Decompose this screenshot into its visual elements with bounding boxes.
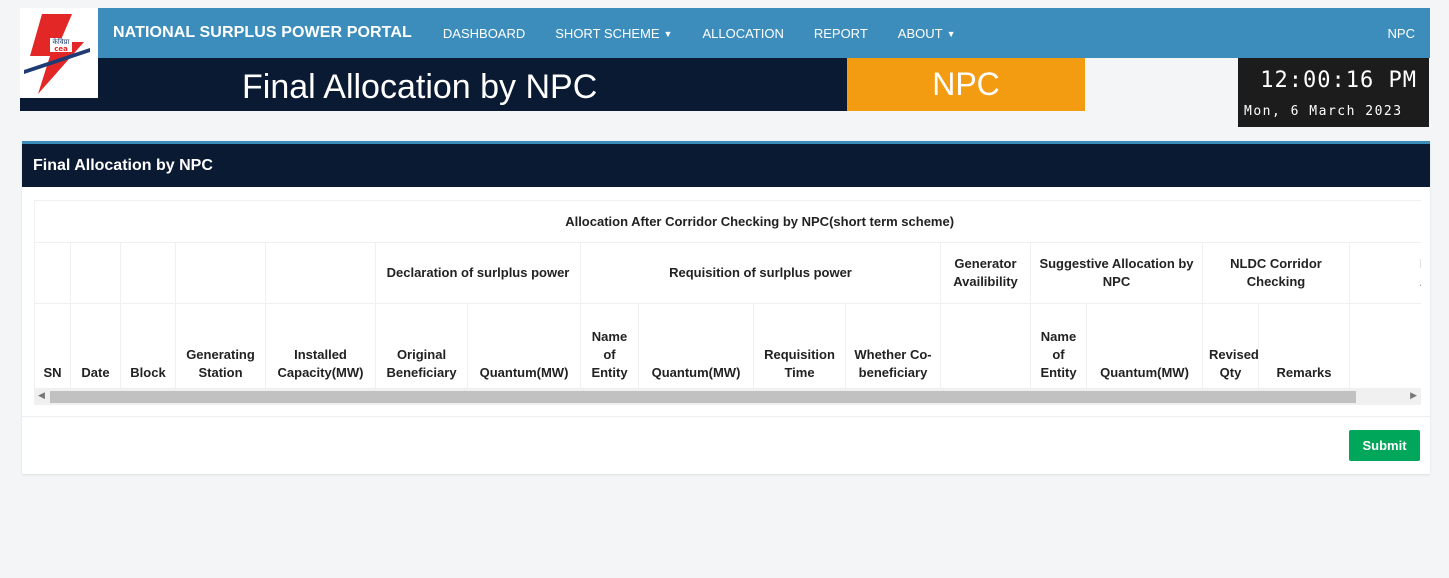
group-header-declaration: Declaration of surlplus power xyxy=(375,242,581,304)
group-header-final-allocation: Final Allocation xyxy=(1348,242,1421,304)
column-header[interactable]: Date xyxy=(70,303,121,389)
table-caption: Allocation After Corridor Checking by NP… xyxy=(34,200,1421,243)
top-navbar: NATIONAL SURPLUS POWER PORTAL DASHBOARD … xyxy=(20,8,1430,58)
cea-logo-icon: केविप्रा cea xyxy=(20,8,98,98)
digital-clock: 12:00:16 PM Mon, 6 March 2023 xyxy=(1238,58,1429,127)
panel-divider xyxy=(22,416,1430,417)
column-header[interactable]: Quantum(MW) xyxy=(1086,303,1203,389)
horizontal-scrollbar[interactable]: ◀ ▶ xyxy=(34,389,1421,405)
caret-down-icon: ▼ xyxy=(663,29,673,40)
caret-down-icon: ▼ xyxy=(946,29,956,40)
column-header[interactable]: Quantum(MW) xyxy=(467,303,581,389)
scroll-left-icon[interactable]: ◀ xyxy=(38,390,45,401)
user-menu[interactable]: NPC xyxy=(1388,26,1415,41)
allocation-table: Allocation After Corridor Checking by NP… xyxy=(34,200,1421,389)
column-header[interactable]: Quantum(MW) xyxy=(638,303,754,389)
scroll-right-icon[interactable]: ▶ xyxy=(1410,390,1417,401)
allocation-panel: Final Allocation by NPC Allocation After… xyxy=(22,141,1430,474)
group-header-suggestive-allocation: Suggestive Allocation by NPC xyxy=(1030,242,1203,304)
scrollbar-thumb[interactable] xyxy=(50,391,1356,403)
role-badge: NPC xyxy=(847,58,1085,111)
column-header[interactable]: Remarks xyxy=(1258,303,1350,389)
page-title: Final Allocation by NPC xyxy=(242,68,598,106)
column-header[interactable]: Generating Station xyxy=(175,303,266,389)
column-header[interactable]: Revised Qty xyxy=(1202,303,1259,389)
nav-report[interactable]: REPORT xyxy=(799,26,883,41)
column-header[interactable]: Block xyxy=(120,303,176,389)
group-header-generator-availability: Generator Availibility xyxy=(940,242,1031,304)
column-header[interactable]: Installed Capacity(MW) xyxy=(265,303,376,389)
clock-date: Mon, 6 March 2023 xyxy=(1244,104,1403,119)
panel-title: Final Allocation by NPC xyxy=(22,144,1430,187)
nav-menu: DASHBOARD SHORT SCHEME ▼ ALLOCATION REPOR… xyxy=(428,26,971,41)
group-header-nldc-corridor: NLDC Corridor Checking xyxy=(1202,242,1350,304)
column-header[interactable]: Whether Co-beneficiary xyxy=(845,303,941,389)
nav-dashboard[interactable]: DASHBOARD xyxy=(428,26,540,41)
column-header[interactable]: SN xyxy=(34,303,71,389)
submit-button[interactable]: Submit xyxy=(1349,430,1420,461)
column-header[interactable]: Requisition Time xyxy=(753,303,846,389)
cea-logo[interactable]: केविप्रा cea xyxy=(20,8,98,98)
clock-time: 12:00:16 PM xyxy=(1260,68,1417,93)
allocation-table-wrapper[interactable]: Allocation After Corridor Checking by NP… xyxy=(34,200,1421,410)
nav-allocation[interactable]: ALLOCATION xyxy=(687,26,798,41)
column-header[interactable]: Name of Entity xyxy=(1030,303,1087,389)
portal-brand[interactable]: NATIONAL SURPLUS POWER PORTAL xyxy=(113,24,412,42)
column-header[interactable]: Name of Entity xyxy=(580,303,639,389)
svg-text:cea: cea xyxy=(54,45,68,53)
column-header[interactable] xyxy=(1348,303,1421,389)
group-header-requisition: Requisition of surlplus power xyxy=(580,242,941,304)
column-header[interactable]: Original Beneficiary xyxy=(375,303,468,389)
nav-about[interactable]: ABOUT ▼ xyxy=(883,26,971,41)
nav-short-scheme[interactable]: SHORT SCHEME ▼ xyxy=(540,26,687,41)
column-header[interactable] xyxy=(940,303,1031,389)
